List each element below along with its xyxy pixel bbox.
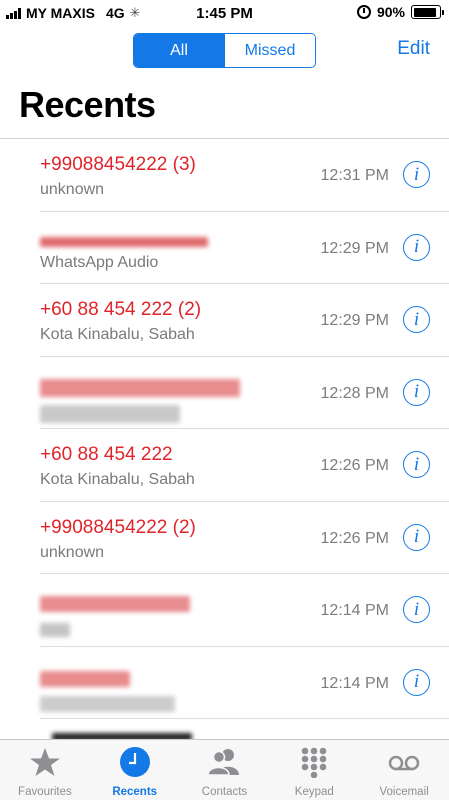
redacted-text: [40, 695, 175, 712]
call-row[interactable]: 12:28 PM i: [0, 357, 449, 430]
caller-name: +60 88 454 222 (2): [40, 299, 202, 320]
alarm-icon: [356, 5, 371, 19]
call-row[interactable]: +99088454222 (3) unknown 12:31 PM i: [0, 139, 449, 212]
tab-label: Favourites: [18, 786, 72, 798]
call-row[interactable]: 12:14 PM i: [0, 647, 449, 720]
voicemail-icon: [388, 755, 420, 771]
tab-bar: Favourites Recents Contacts Keypad Voice…: [0, 739, 449, 800]
caller-name: +99088454222 (3): [40, 154, 196, 175]
segment-missed[interactable]: Missed: [224, 34, 315, 67]
tab-voicemail[interactable]: Voicemail: [359, 740, 449, 800]
status-bar: MY MAXIS 4G ✳ 1:45 PM 90%: [0, 0, 449, 26]
info-icon[interactable]: i: [403, 378, 430, 406]
info-icon[interactable]: i: [403, 306, 430, 333]
tab-label: Voicemail: [379, 786, 429, 798]
info-icon[interactable]: i: [403, 596, 430, 623]
tab-keypad[interactable]: Keypad: [269, 740, 359, 800]
recents-list: +99088454222 (3) unknown 12:31 PM i WhatsApp…: [0, 139, 449, 719]
status-right: 90%: [356, 4, 444, 20]
redacted-text: [40, 670, 130, 687]
call-subtitle: Kota Kinabalu, Sabah: [40, 326, 195, 343]
keypad-icon: [301, 747, 327, 778]
redacted-text: [40, 404, 180, 423]
call-row[interactable]: +99088454222 (2) unknown 12:26 PM i: [0, 502, 449, 575]
call-filter-segmented-control[interactable]: All Missed: [133, 33, 316, 68]
caller-name: +60 88 454 222: [40, 444, 173, 465]
call-time: 12:29 PM: [320, 239, 389, 257]
partial-list-item[interactable]: [0, 719, 449, 739]
redacted-text: [40, 623, 70, 637]
redacted-text: [40, 236, 208, 247]
call-time: 12:31 PM: [320, 167, 389, 184]
info-icon[interactable]: i: [403, 523, 430, 551]
clock-icon: [119, 747, 150, 777]
tab-contacts[interactable]: Contacts: [180, 740, 270, 800]
call-time: 12:14 PM: [320, 602, 389, 619]
info-icon[interactable]: i: [403, 668, 430, 696]
call-row[interactable]: WhatsApp Audio 12:29 PM i: [0, 212, 449, 285]
call-subtitle: Kota Kinabalu, Sabah: [40, 471, 195, 488]
call-subtitle: unknown: [40, 543, 105, 561]
call-time: 12:29 PM: [320, 312, 389, 329]
tab-label: Keypad: [294, 786, 334, 798]
tab-label: Contacts: [201, 786, 248, 798]
segment-all[interactable]: All: [134, 34, 224, 67]
call-row[interactable]: +60 88 454 222 Kota Kinabalu, Sabah 12:26 …: [0, 429, 449, 502]
battery-level: [413, 7, 436, 17]
info-icon[interactable]: i: [403, 451, 430, 478]
star-icon: [29, 748, 60, 776]
call-row[interactable]: 12:14 PM i: [0, 574, 449, 647]
call-subtitle: unknown: [40, 181, 105, 198]
call-time: 12:26 PM: [320, 457, 389, 474]
caller-name: +99088454222 (2): [40, 516, 196, 538]
redacted-text: [40, 378, 240, 397]
call-row[interactable]: +60 88 454 222 (2) Kota Kinabalu, Sabah 12…: [0, 284, 449, 357]
tab-label: Recents: [112, 786, 158, 798]
info-icon[interactable]: i: [403, 233, 430, 261]
call-time: 12:26 PM: [320, 529, 389, 547]
contacts-icon: [207, 749, 240, 776]
redacted-text: [40, 596, 190, 612]
battery-icon: [411, 5, 444, 19]
edit-button[interactable]: Edit: [397, 38, 430, 60]
call-subtitle: WhatsApp Audio: [40, 253, 159, 271]
battery-percent: 90%: [376, 4, 405, 20]
call-time: 12:28 PM: [320, 384, 389, 402]
info-icon[interactable]: i: [403, 161, 430, 188]
tab-favourites[interactable]: Favourites: [0, 740, 90, 800]
call-time: 12:14 PM: [320, 674, 389, 692]
page-title: Recents: [19, 84, 156, 125]
tab-recents[interactable]: Recents: [90, 740, 180, 800]
